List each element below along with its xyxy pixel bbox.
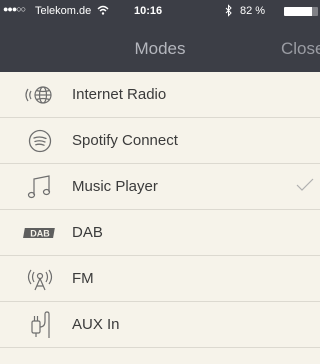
mode-label: AUX In (72, 316, 120, 333)
modes-list: Internet Radio Spotify Connect Music Pla… (0, 72, 320, 348)
mode-label: Music Player (72, 178, 158, 195)
mode-item-spotify-connect[interactable]: Spotify Connect (0, 118, 320, 164)
music-note-icon (22, 173, 58, 201)
aux-plug-icon (22, 311, 58, 339)
dab-icon: DAB (22, 219, 58, 247)
mode-item-aux-in[interactable]: AUX In (0, 302, 320, 348)
mode-item-music-player[interactable]: Music Player (0, 164, 320, 210)
battery-percentage: 82 % (240, 5, 266, 17)
header-bar: ●●●○○ Telekom.de 10:16 82 % Modes Close (0, 0, 320, 72)
internet-radio-icon (22, 81, 58, 109)
signal-strength-icon: ●●●○○ (3, 4, 26, 14)
fm-antenna-icon (22, 265, 58, 293)
navigation-bar: Modes Close (0, 22, 320, 72)
carrier-label: Telekom.de (35, 5, 92, 17)
mode-item-dab[interactable]: DAB DAB (0, 210, 320, 256)
bluetooth-icon (225, 4, 233, 19)
battery-icon (284, 7, 318, 16)
mode-label: FM (72, 270, 94, 287)
mode-label: Spotify Connect (72, 132, 178, 149)
mode-item-fm[interactable]: FM (0, 256, 320, 302)
mode-item-internet-radio[interactable]: Internet Radio (0, 72, 320, 118)
spotify-icon (22, 127, 58, 155)
mode-label: DAB (72, 224, 103, 241)
status-bar: ●●●○○ Telekom.de 10:16 82 % (0, 0, 320, 22)
page-title: Modes (134, 39, 186, 58)
clock: 10:16 (134, 5, 163, 17)
checkmark-icon (296, 178, 314, 194)
dab-icon-text: DAB (30, 229, 50, 239)
close-button[interactable]: Close (281, 39, 320, 59)
mode-label: Internet Radio (72, 86, 167, 103)
wifi-icon (97, 5, 109, 18)
